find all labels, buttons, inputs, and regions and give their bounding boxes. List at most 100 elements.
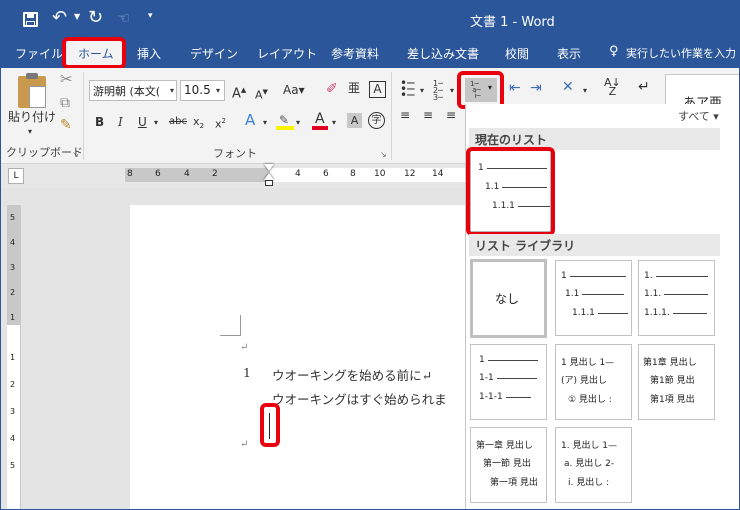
tab-home[interactable]: ホーム — [78, 45, 114, 62]
list-number: 1 — [243, 365, 251, 380]
list-style-heading-alpha[interactable]: 1. 見出し 1— a. 見出し 2- i. 見出し : — [555, 427, 632, 503]
list-level-label: 第一項 見出 — [490, 478, 538, 488]
vruler-num: 5 — [10, 213, 16, 222]
tab-review[interactable]: 校閲 — [505, 45, 529, 62]
font-size-dropdown-icon[interactable]: ▾ — [216, 83, 220, 99]
align-left-icon[interactable]: ≡ — [400, 109, 410, 121]
copy-icon[interactable]: ⧉ — [60, 95, 70, 111]
vertical-ruler[interactable]: 5 4 3 2 1 1 2 3 4 5 — [7, 205, 21, 510]
phonetic-guide-icon[interactable]: 亜 — [348, 80, 360, 96]
list-level-label: 第1項 見出 — [650, 395, 695, 405]
format-painter-icon[interactable]: ✎ — [60, 117, 72, 133]
current-list-highlight — [466, 147, 555, 236]
underline-icon[interactable]: U — [138, 114, 147, 130]
list-level-label: ① 見出し : — [568, 395, 612, 405]
list-level-label: 1. 見出し 1— — [561, 441, 618, 451]
cut-icon[interactable]: ✂ — [60, 71, 73, 87]
paste-icon[interactable] — [18, 73, 46, 108]
sort-icon[interactable]: A↓ Z — [604, 77, 621, 97]
underline-dropdown-icon[interactable]: ▾ — [154, 115, 158, 131]
vruler-num: 4 — [10, 238, 16, 247]
shrink-font-icon[interactable]: A▼ — [255, 84, 268, 104]
cursor-highlight — [260, 403, 280, 447]
font-group-label: フォント — [213, 147, 257, 160]
tab-insert[interactable]: 挿入 — [137, 45, 161, 62]
paste-dropdown-icon[interactable]: ▾ — [28, 124, 32, 140]
align-center-icon[interactable]: ≡ — [423, 109, 433, 121]
filter-dropdown[interactable]: すべて ▾ — [678, 108, 719, 124]
touch-mode-icon[interactable]: ☜ — [117, 9, 130, 27]
superscript-icon[interactable]: x2 — [215, 113, 226, 133]
tab-mailings[interactable]: 差し込み文書 — [407, 45, 479, 62]
document-page[interactable]: ↵ 1 ウオーキングを始める前に↵ ウオーキングはすぐ始められま ↵ — [130, 205, 465, 510]
font-name-select[interactable]: 游明朝 (本文( — [89, 80, 177, 101]
list-level-label: 1 — [561, 271, 567, 281]
list-style-chapter-kanji[interactable]: 第一章 見出し 第一節 見出 第一項 見出 — [470, 427, 547, 503]
customize-qat-icon[interactable]: ▾ — [148, 11, 153, 21]
asian-layout-dropdown-icon[interactable]: ▾ — [583, 83, 587, 99]
list-style-chapter[interactable]: 第1章 見出し 第1節 見出 第1項 見出 — [638, 344, 715, 420]
paste-button-label[interactable]: 貼り付け — [8, 109, 56, 125]
character-shading-icon[interactable]: A — [347, 113, 362, 128]
subscript-icon[interactable]: x2 — [193, 114, 204, 134]
character-border-icon[interactable]: A — [369, 81, 386, 98]
undo-dropdown-icon[interactable]: ▼ — [74, 12, 80, 21]
ruler-num: 6 — [323, 169, 329, 179]
font-color-icon[interactable]: A — [312, 111, 328, 130]
text-effects-dropdown-icon[interactable]: ▾ — [263, 115, 267, 131]
bullets-dropdown-icon[interactable]: ▾ — [420, 83, 424, 99]
tab-design[interactable]: デザイン — [190, 45, 238, 62]
lightbulb-icon: ♀ — [609, 44, 619, 59]
show-marks-icon[interactable]: ↵ — [638, 79, 650, 95]
font-color-dropdown-icon[interactable]: ▾ — [332, 115, 336, 131]
tab-file[interactable]: ファイル — [15, 45, 63, 62]
list-style-dashed[interactable]: 1 1-1 1-1-1 — [470, 344, 547, 420]
indent-marker[interactable] — [264, 164, 275, 188]
asian-layout-icon[interactable]: ✕ — [562, 79, 574, 95]
multilevel-list-gallery: すべて ▾ 現在のリスト 1 1.1 1.1.1 リスト ライブラリ なし 1 … — [465, 104, 740, 510]
change-case-icon[interactable]: Aa▾ — [283, 82, 305, 98]
list-style-dotted[interactable]: 1. 1.1. 1.1.1. — [638, 260, 715, 336]
tab-layout[interactable]: レイアウト — [257, 45, 317, 62]
list-none[interactable]: なし — [470, 259, 547, 338]
none-label: なし — [495, 292, 520, 306]
ruler-num: 6 — [155, 169, 161, 179]
numbering-icon[interactable]: 1─ 2─ 3─ — [433, 80, 443, 102]
list-level-label: 第一節 見出 — [483, 459, 531, 469]
clipboard-launcher-icon[interactable]: ↘ — [72, 147, 79, 163]
doc-line-2[interactable]: ウオーキングはすぐ始められま — [272, 389, 447, 408]
text-effects-icon[interactable]: A — [245, 112, 255, 128]
undo-icon[interactable]: ↶ — [52, 7, 67, 28]
tab-view[interactable]: 表示 — [557, 45, 581, 62]
strikethrough-icon[interactable]: abc — [169, 114, 187, 130]
grow-font-icon[interactable]: A▲ — [232, 82, 246, 102]
horizontal-ruler[interactable]: L 8 6 4 2 4 6 8 10 12 14 — [0, 164, 465, 188]
tab-selector[interactable]: L — [8, 168, 24, 184]
list-level-label: 1.1 — [565, 289, 580, 299]
font-name-dropdown-icon[interactable]: ▾ — [170, 83, 174, 99]
bold-icon[interactable]: B — [95, 114, 104, 130]
highlight-color-icon[interactable]: ✎ — [276, 113, 294, 130]
tab-references[interactable]: 参考資料 — [331, 45, 379, 62]
list-style-numeric[interactable]: 1 1.1 1.1.1 — [555, 260, 632, 336]
doc-line-1[interactable]: ウオーキングを始める前に↵ — [272, 365, 432, 384]
bullets-icon[interactable]: •─ •─ •─ — [400, 77, 414, 101]
ruler-num: 4 — [295, 169, 301, 179]
increase-indent-icon[interactable]: ⇥ — [530, 80, 542, 96]
redo-icon[interactable]: ↻ — [88, 7, 103, 28]
list-level-label: 1.1. — [644, 289, 662, 299]
list-level-label: 1-1-1 — [479, 392, 503, 402]
decrease-indent-icon[interactable]: ⇤ — [509, 80, 521, 96]
numbering-dropdown-icon[interactable]: ▾ — [450, 83, 454, 99]
italic-icon[interactable]: I — [118, 114, 123, 130]
clear-formatting-icon[interactable]: ✐ — [326, 81, 338, 97]
enclose-characters-icon[interactable]: 字 — [368, 112, 385, 129]
vruler-num: 4 — [10, 434, 16, 443]
save-icon[interactable] — [23, 12, 38, 27]
list-style-heading-kana[interactable]: 1 見出し 1— (ア) 見出し ① 見出し : — [555, 344, 632, 420]
highlight-dropdown-icon[interactable]: ▾ — [296, 115, 300, 131]
tell-me-box[interactable]: 実行したい作業を入力 — [626, 45, 736, 61]
font-launcher-icon[interactable]: ↘ — [380, 147, 387, 163]
align-right-icon[interactable]: ≡ — [446, 109, 456, 121]
ruler-num: 8 — [127, 169, 133, 179]
